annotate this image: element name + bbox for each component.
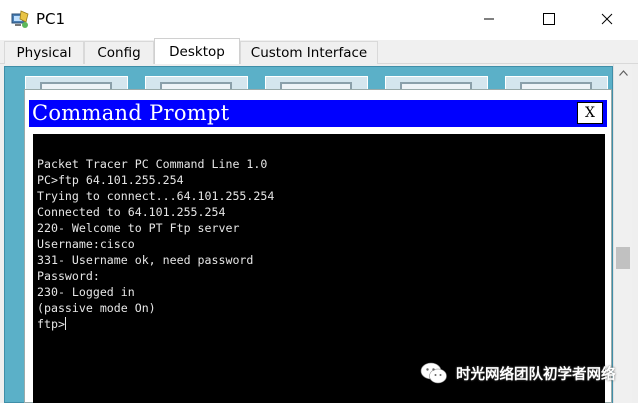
window-title: PC1 — [36, 10, 66, 28]
chevron-up-icon — [619, 69, 628, 76]
tab-bar: Physical Config Desktop Custom Interface — [0, 38, 638, 65]
console-line: Connected to 64.101.255.254 — [37, 205, 226, 219]
console-line: 331- Username ok, need password — [37, 253, 254, 267]
command-prompt-title: Command Prompt — [32, 101, 230, 125]
console-prompt[interactable]: ftp> — [37, 317, 65, 331]
console-line: Packet Tracer PC Command Line 1.0 — [37, 157, 268, 171]
watermark-text: 时光网络团队初学者网络 — [456, 366, 616, 383]
command-prompt-close-button[interactable]: X — [577, 102, 603, 124]
console-line: Username:cisco — [37, 237, 135, 251]
console-line: PC>ftp 64.101.255.254 — [37, 173, 184, 187]
console-line: 220- Welcome to PT Ftp server — [37, 221, 240, 235]
pc-app-icon — [11, 10, 29, 28]
console-line: Trying to connect...64.101.255.254 — [37, 189, 275, 203]
watermark: 时光网络团队初学者网络 — [420, 358, 616, 388]
tab-config[interactable]: Config — [84, 41, 154, 64]
console-line: 230- Logged in — [37, 285, 135, 299]
console-line: Password: — [37, 269, 100, 283]
maximize-icon — [543, 13, 555, 25]
command-prompt-titlebar: Command Prompt X — [29, 100, 607, 127]
tab-custom-interface[interactable]: Custom Interface — [240, 41, 378, 64]
minimize-icon — [484, 18, 494, 20]
text-cursor — [64, 317, 66, 330]
minimize-button[interactable] — [466, 4, 512, 34]
scroll-thumb[interactable] — [616, 247, 630, 269]
close-window-button[interactable] — [584, 4, 630, 34]
vertical-scrollbar[interactable] — [613, 64, 632, 403]
maximize-button[interactable] — [526, 4, 572, 34]
console-text: Packet Tracer PC Command Line 1.0 PC>ftp… — [37, 156, 274, 332]
close-icon — [601, 13, 613, 25]
tab-desktop[interactable]: Desktop — [154, 38, 240, 65]
console-line: (passive mode On) — [37, 301, 156, 315]
command-prompt-window: Command Prompt X Packet Tracer PC Comman… — [24, 89, 612, 403]
wechat-logo — [420, 362, 447, 384]
window-titlebar: PC1 — [0, 0, 638, 40]
tab-physical[interactable]: Physical — [4, 41, 84, 64]
scroll-up-button[interactable] — [614, 64, 633, 81]
